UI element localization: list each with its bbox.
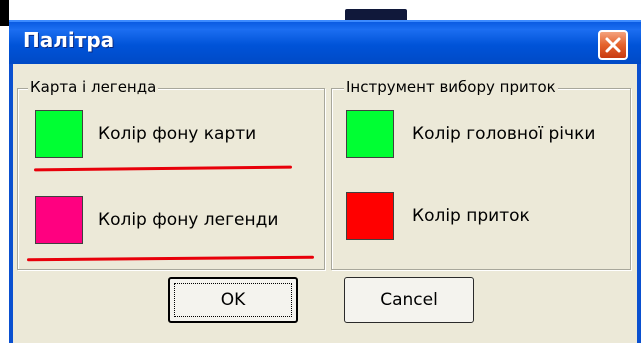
title-bar[interactable]: Палітра xyxy=(9,20,641,64)
map-background-color-label: Колір фону карти xyxy=(98,124,257,144)
close-icon xyxy=(605,37,621,53)
tributary-tool-group: Інструмент вибору приток Колір головної … xyxy=(331,78,631,270)
main-river-color-swatch[interactable] xyxy=(346,110,394,158)
palette-dialog: Палітра Карта і легенда Колір фону карти… xyxy=(9,20,641,343)
window-border-left xyxy=(9,64,13,343)
focus-rect xyxy=(174,283,292,317)
background-edge xyxy=(0,0,9,26)
legend-background-color-label: Колір фону легенди xyxy=(98,210,279,230)
close-button[interactable] xyxy=(598,30,628,60)
main-river-color-label: Колір головної річки xyxy=(412,124,596,144)
tributary-color-swatch[interactable] xyxy=(346,192,394,240)
map-background-color-swatch[interactable] xyxy=(35,110,83,158)
tributary-tool-group-title: Інструмент вибору приток xyxy=(344,78,558,96)
annotation-underline xyxy=(26,255,315,262)
tributary-color-label: Колір приток xyxy=(412,206,530,226)
window-title: Палітра xyxy=(23,28,115,52)
legend-background-color-swatch[interactable] xyxy=(35,196,83,244)
annotation-underline xyxy=(33,165,293,172)
map-and-legend-group: Карта і легенда Колір фону карти Колір ф… xyxy=(17,78,325,270)
ok-button[interactable]: OK xyxy=(168,277,298,323)
window-border-right xyxy=(637,64,641,343)
map-and-legend-group-title: Карта і легенда xyxy=(28,78,159,96)
cancel-button-label: Cancel xyxy=(380,290,438,310)
cancel-button[interactable]: Cancel xyxy=(344,277,474,323)
